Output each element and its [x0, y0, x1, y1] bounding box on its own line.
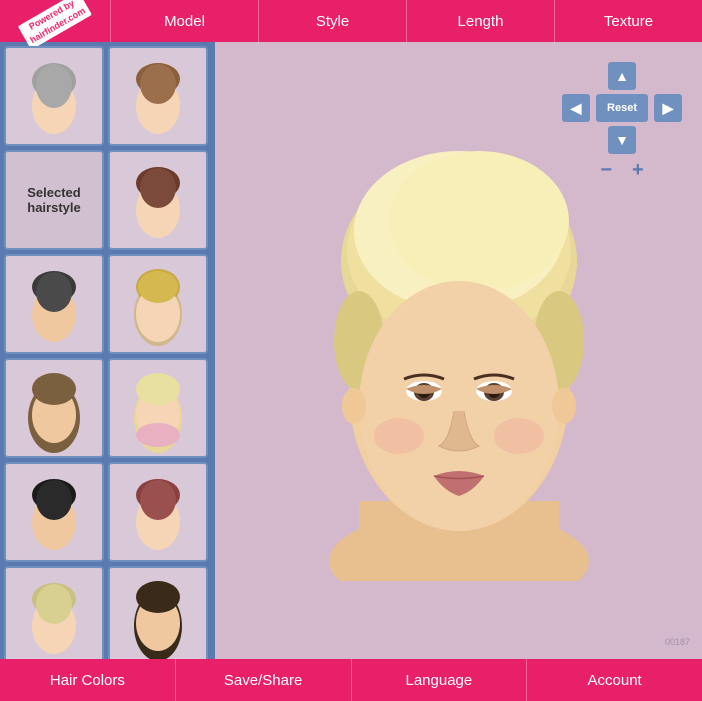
- hairstyle-thumb-5[interactable]: [108, 254, 208, 354]
- center-display: ▲ ◀ Reset ▶ ▼ − +: [215, 42, 702, 659]
- hairstyle-thumb-3[interactable]: [108, 150, 208, 250]
- pan-right-button[interactable]: ▶: [654, 94, 682, 122]
- hair-row-0: [4, 46, 211, 146]
- logo-area: Powered by hairfinder.com: [0, 0, 110, 42]
- hairstyle-thumb-4[interactable]: [4, 254, 104, 354]
- selected-label-text: Selectedhairstyle: [27, 185, 80, 215]
- tab-hair-colors[interactable]: Hair Colors: [0, 659, 176, 701]
- hairstyle-thumb-10[interactable]: [4, 566, 104, 659]
- hairstyle-thumb-6[interactable]: [4, 358, 104, 458]
- tab-language[interactable]: Language: [352, 659, 528, 701]
- tab-model[interactable]: Model: [110, 0, 258, 42]
- tab-length[interactable]: Length: [406, 0, 554, 42]
- model-display: [279, 121, 639, 581]
- hairstyle-sidebar: Selectedhairstyle: [0, 42, 215, 659]
- hairstyle-thumb-8[interactable]: [4, 462, 104, 562]
- hairstyle-thumb-7[interactable]: [108, 358, 208, 458]
- top-nav-tabs: Model Style Length Texture: [110, 0, 702, 42]
- hair-row-5: [4, 566, 211, 659]
- hair-row-1: Selectedhairstyle: [4, 150, 211, 250]
- bottom-navigation: Hair Colors Save/Share Language Account: [0, 659, 702, 701]
- tab-account[interactable]: Account: [527, 659, 702, 701]
- hair-row-2: [4, 254, 211, 354]
- top-navigation: Powered by hairfinder.com Model Style Le…: [0, 0, 702, 42]
- hair-row-3: [4, 358, 211, 458]
- tab-texture[interactable]: Texture: [554, 0, 702, 42]
- hairstyle-thumb-11[interactable]: [108, 566, 208, 659]
- tab-save-share[interactable]: Save/Share: [176, 659, 352, 701]
- main-area: Selectedhairstyle: [0, 42, 702, 659]
- pan-left-button[interactable]: ◀: [562, 94, 590, 122]
- hairstyle-thumb-0[interactable]: [4, 46, 104, 146]
- model-svg: [279, 121, 639, 581]
- hairstyle-thumb-9[interactable]: [108, 462, 208, 562]
- watermark: 00187: [665, 637, 690, 647]
- selected-hairstyle-label[interactable]: Selectedhairstyle: [4, 150, 104, 250]
- hairstyle-thumb-1[interactable]: [108, 46, 208, 146]
- hair-row-4: [4, 462, 211, 562]
- nav-middle-row: ◀ Reset ▶: [562, 94, 682, 122]
- reset-button[interactable]: Reset: [596, 94, 648, 122]
- pan-up-button[interactable]: ▲: [608, 62, 636, 90]
- tab-style[interactable]: Style: [258, 0, 406, 42]
